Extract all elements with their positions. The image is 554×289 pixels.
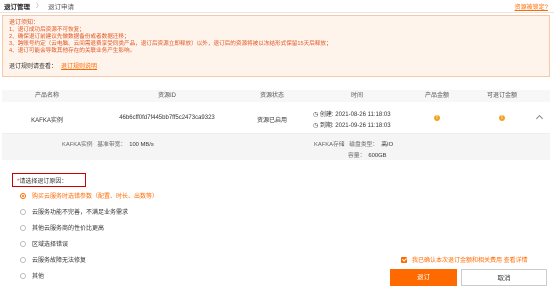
reason-option-wrong-region[interactable]: 区域选择错误 <box>20 239 68 248</box>
col-resource-id: 资源ID <box>157 93 176 99</box>
collapse-chevron-icon[interactable] <box>535 114 544 123</box>
notice-title: 退订须知： <box>9 20 40 26</box>
radio-icon[interactable] <box>20 272 26 279</box>
header-divider <box>0 12 554 13</box>
resource-detail: KAFKA实例 基准带宽： 100 MB/s KAFKA存储 磁盘类型： 高IO 容… <box>2 134 550 160</box>
reason-option-unfixable-failure[interactable]: 云服务故障无法修复 <box>20 255 86 264</box>
reason-option-label: 区域选择错误 <box>32 242 69 248</box>
disk-type-label: 磁盘类型： <box>349 142 379 148</box>
unsubscribe-button[interactable]: 退订 <box>390 269 457 286</box>
capacity-detail: 容量： 600GB <box>348 150 386 159</box>
col-amount: 产品金额 <box>424 93 449 99</box>
radio-icon[interactable] <box>20 240 26 247</box>
created-time: ◷ 创建: 2021-08-26 11:18:03 <box>307 109 407 118</box>
rules-label: 退订规则请查看： <box>9 64 58 70</box>
product-name: KAFKA实例 <box>31 118 63 124</box>
header-bar: 退订管理 〉 退订申请 资源被锁定? <box>0 0 554 12</box>
info-icon[interactable]: ! <box>499 115 505 121</box>
created-value: 2021-08-26 11:18:03 <box>335 112 391 118</box>
reason-option-label: 其他 <box>32 274 45 280</box>
instance-label: KAFKA实例 <box>62 142 93 148</box>
cancel-button[interactable]: 取消 <box>461 269 547 286</box>
info-icon[interactable]: ! <box>434 115 440 121</box>
radio-icon[interactable] <box>20 208 26 215</box>
reason-title-text: 请选择退订原因： <box>19 179 68 185</box>
resource-status: 资源已启用 <box>256 118 287 124</box>
notice-line: 3、跨账号约定（云电脑、云间需退费享受同类产品，退订后资源立即释放）以外，退订后… <box>9 41 332 47</box>
reason-option-label: 其他云服务商的性价比更高 <box>32 226 105 232</box>
reason-option-better-price[interactable]: 其他云服务商的性价比更高 <box>20 223 104 232</box>
resource-locked-help-link[interactable]: 资源被锁定? <box>515 2 548 11</box>
created-label: 创建: <box>319 112 334 118</box>
reason-option-insufficient-features[interactable]: 云服务功能不完善，不满足业务需求 <box>20 207 128 216</box>
breadcrumb-separator: 〉 <box>36 4 43 10</box>
rules-row: 退订规则请查看： 退订规则说明 <box>9 61 543 70</box>
refund-cell: ! <box>467 115 537 121</box>
reason-option-label: 购买云服务时选错参数（配置、时长、出数等） <box>32 194 159 200</box>
capacity-value: 600GB <box>368 153 387 159</box>
col-status: 资源状态 <box>259 93 284 99</box>
storage-label: KAFKA存储 <box>314 142 345 148</box>
disk-type-value: 高IO <box>381 142 394 148</box>
bandwidth-label: 基准带宽： <box>97 142 127 148</box>
reason-option-label: 云服务故障无法修复 <box>32 258 87 264</box>
breadcrumb-root[interactable]: 退订管理 <box>4 1 30 11</box>
reason-title: *请选择退订原因： <box>17 176 67 185</box>
table-row: KAFKA实例 46b6cff0fd7f445bb7ff5c2473ca9323… <box>2 104 550 134</box>
capacity-label: 容量： <box>348 153 366 159</box>
expires-value: 2021-09-26 11:18:03 <box>335 123 391 129</box>
radio-icon[interactable] <box>20 256 26 263</box>
unsubscribe-notice: 退订须知： 1、退订成功后资源不可恢复； 2、确保退订前建议先做数据备份或者数据… <box>2 15 550 77</box>
amount-cell: ! <box>407 115 467 121</box>
bandwidth-value: 100 MB/s <box>129 142 154 148</box>
notice-line: 2、确保退订前建议先做数据备份或者数据迁移； <box>9 34 130 40</box>
notice-line: 4、退订可能会导致其他存在的关联业务产生影响。 <box>9 48 136 54</box>
clock-icon: ◷ <box>313 112 319 118</box>
checkbox-checked-icon[interactable] <box>401 256 407 263</box>
instance-detail: KAFKA实例 基准带宽： 100 MB/s <box>62 139 154 148</box>
table-header: 产品名称 资源ID 资源状态 时间 产品金额 可退订金额 <box>2 90 550 102</box>
rules-link[interactable]: 退订规则说明 <box>61 64 97 70</box>
page-title: 退订申请 <box>48 3 75 11</box>
reason-option-wrong-params[interactable]: 购买云服务时选错参数（配置、时长、出数等） <box>20 191 158 200</box>
notice-line: 1、退订成功后资源不可恢复； <box>9 27 85 33</box>
reason-option-other[interactable]: 其他 <box>20 271 44 280</box>
storage-detail: KAFKA存储 磁盘类型： 高IO <box>314 139 393 148</box>
col-refund: 可退订金额 <box>486 93 517 99</box>
expires-time: ◷ 到期: 2021-09-26 11:18:03 <box>307 120 407 129</box>
col-product: 产品名称 <box>34 93 59 99</box>
confirm-checkbox-row[interactable]: 我已确认本次退订金额和相关费用 查看详情 <box>401 255 528 264</box>
col-time: 时间 <box>350 93 363 99</box>
radio-icon[interactable] <box>20 224 26 231</box>
radio-checked-icon[interactable] <box>20 192 26 199</box>
expires-label: 到期: <box>319 123 334 129</box>
reason-option-label: 云服务功能不完善，不满足业务需求 <box>32 210 129 216</box>
confirm-text: 我已确认本次退订金额和相关费用 查看详情 <box>412 258 528 264</box>
clock-icon: ◷ <box>313 123 319 129</box>
resource-id: 46b6cff0fd7f445bb7ff5c2473ca9323 <box>119 115 215 121</box>
